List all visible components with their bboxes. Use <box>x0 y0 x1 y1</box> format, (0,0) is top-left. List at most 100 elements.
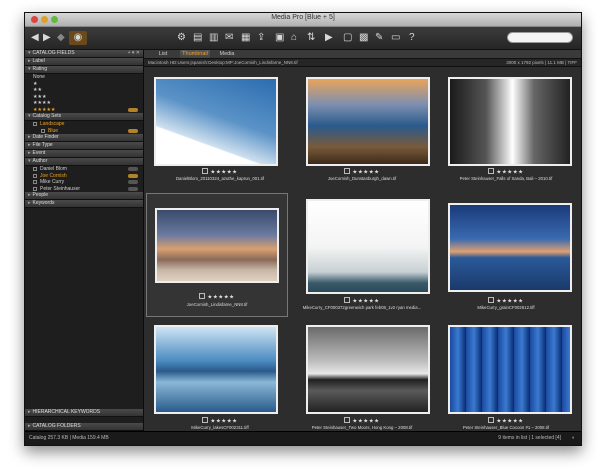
folder-icon <box>41 128 45 133</box>
thumbnail-image[interactable] <box>306 325 430 414</box>
thumbnail-caption: JoeCornish_Lindisfarne_NN8.tif <box>186 302 248 307</box>
checkbox[interactable] <box>488 297 495 303</box>
panel-keywords[interactable]: ▸ Keywords <box>25 200 143 208</box>
checkbox[interactable] <box>33 167 37 171</box>
thumbnail-image[interactable] <box>154 325 278 414</box>
title-bar: Media Pro [Blue + 5] <box>25 13 581 27</box>
checkbox[interactable] <box>488 168 495 174</box>
tab-media[interactable]: Media <box>212 50 242 58</box>
thumbnail-image[interactable] <box>448 77 572 166</box>
batch-icon[interactable]: ▦ <box>241 31 250 45</box>
forward-arrow-icon[interactable]: ▶ <box>43 31 51 45</box>
tab-thumbnail[interactable]: Thumbnail <box>180 50 210 58</box>
back-arrow-icon[interactable]: ◀ <box>31 31 39 45</box>
thumbnail-caption: MikeCurry_CF000372greenwich park feb08_1… <box>302 305 422 310</box>
rating-stars[interactable]: ★★★★★ <box>150 168 290 176</box>
thumbnail-cell-selected[interactable]: ★★★★★ JoeCornish_Lindisfarne_NN8.tif <box>146 193 288 317</box>
catalog-folders-header[interactable]: ▸ CATALOG FOLDERS <box>25 423 143 431</box>
tab-list[interactable]: List <box>148 50 178 58</box>
rating-stars[interactable]: ★★★★★ <box>150 417 290 425</box>
panel-catalog-sets[interactable]: ▾ Catalog Sets <box>25 113 143 121</box>
thumbnail-cell[interactable]: ★★★★★ Peter Steinhauser_Blue Cocoon #1 –… <box>436 321 576 431</box>
sort-icon[interactable]: ⇅ <box>307 31 315 45</box>
rating-stars[interactable]: ★★★★★ <box>147 293 287 301</box>
thumbnail-cell[interactable]: ★★★★★ MikeCurry_grainCF002612.tiff <box>436 193 576 310</box>
thumbnail-cell[interactable]: ★★★★★ Peter Steinhauser_Falls of Sanda, … <box>436 69 576 184</box>
panel-event[interactable]: ▸ Event <box>25 150 143 158</box>
panel-label[interactable]: ▸ Label <box>25 58 143 66</box>
print-icon[interactable]: ▭ <box>391 31 400 45</box>
mail-icon[interactable]: ✉ <box>225 31 233 45</box>
catalog-size: Catalog 257.3 KB | Media 159.4 MB <box>29 435 109 441</box>
thumbnail-caption: Peter Steinhauser_Blue Cocoon #1 – 2008.… <box>462 425 550 430</box>
trash-icon[interactable]: ▥ <box>209 31 218 45</box>
rating-stars[interactable]: ★★★★★ <box>292 297 432 305</box>
gear-icon[interactable]: ⚙ <box>177 31 186 45</box>
thumbnail-image[interactable] <box>154 77 278 166</box>
thumbnail-caption: Peter Steinhauser_Two Moors, Hong Kong –… <box>311 425 413 430</box>
checkbox[interactable] <box>202 417 209 423</box>
folder-icon <box>33 122 37 126</box>
rating-stars[interactable]: ★★★★★ <box>436 168 576 176</box>
checkbox[interactable] <box>344 168 351 174</box>
toolbar: ◀ ▶ ◆ ◉ ⚙ ▤ ▥ ✉ ▦ ⇪ ▣ ⌂ ⇅ ▶ ▢ ▩ ✎ ▭ ? <box>25 27 581 50</box>
checkbox[interactable] <box>344 417 351 423</box>
checkbox[interactable] <box>33 173 37 178</box>
panel-file-type[interactable]: ▸ File Type <box>25 142 143 150</box>
thumbnail-cell[interactable]: ★★★★★ JoeCornish_Dunstanburgh_dawn.tif <box>292 69 432 184</box>
app-window: Media Pro [Blue + 5] ◀ ▶ ◆ ◉ ⚙ ▤ ▥ ✉ ▦ ⇪… <box>24 12 582 446</box>
thumbnail-cell[interactable]: ★★★★★ MikeCurry_lakesCF002311.tiff <box>150 321 290 431</box>
document-icon[interactable]: ▤ <box>193 31 202 45</box>
rating-stars[interactable]: ★★★★★ <box>292 417 432 425</box>
selection-count: 9 items in list | 1 selected [4] <box>498 435 561 441</box>
checkbox[interactable] <box>33 180 37 184</box>
zoom-slider-icon[interactable]: ◐ <box>572 432 575 445</box>
count-pill <box>128 180 138 185</box>
checkbox[interactable] <box>344 297 351 303</box>
path-bar: Macintosh HD:Users:jspanish:Desktop:MP:J… <box>144 59 581 67</box>
thumbnail-caption: MikeCurry_grainCF002612.tiff <box>477 305 535 310</box>
file-path: Macintosh HD:Users:jspanish:Desktop:MP:J… <box>148 60 298 65</box>
play-icon[interactable]: ▶ <box>325 31 333 45</box>
palette-icon[interactable]: ◉ <box>69 31 87 45</box>
thumbnail-image[interactable] <box>448 325 572 414</box>
status-bar: Catalog 257.3 KB | Media 159.4 MB 9 item… <box>25 431 581 445</box>
thumbnail-grid: ★★★★★ DanielBlom_20110324_azuthe_kaprun_… <box>144 67 581 431</box>
help-icon[interactable]: ? <box>409 31 415 45</box>
thumbnail-image[interactable] <box>448 203 572 292</box>
thumbnail-image[interactable] <box>306 77 430 166</box>
count-pill <box>128 107 138 112</box>
panel-rating[interactable]: ▾ Rating <box>25 66 143 74</box>
rating-stars[interactable]: ★★★★★ <box>436 297 576 305</box>
panel-controls-icon[interactable]: + ▾ ✕ <box>128 50 140 57</box>
count-pill <box>128 167 138 172</box>
thumbnail-cell[interactable]: ★★★★★ DanielBlom_20110324_azuthe_kaprun_… <box>150 69 290 184</box>
import-icon[interactable]: ◆ <box>57 31 65 45</box>
count-pill <box>128 173 138 178</box>
checkbox[interactable] <box>33 186 37 191</box>
lightbox-icon[interactable]: ▢ <box>343 31 352 45</box>
search-input[interactable] <box>507 32 573 43</box>
view-mode-icon[interactable]: ⌂ <box>291 31 297 45</box>
file-info: 3000 x 1792 pixels | 11.1 MB | TIFF <box>506 60 577 65</box>
panel-author[interactable]: ▾ Author <box>25 158 143 166</box>
panel-date-finder[interactable]: ▸ Date Finder <box>25 134 143 142</box>
panel-people[interactable]: ▸ People <box>25 192 143 200</box>
contact-sheet-icon[interactable]: ▩ <box>359 31 368 45</box>
share-icon[interactable]: ⇪ <box>257 31 265 45</box>
checkbox[interactable] <box>199 293 206 299</box>
catalog-fields-header[interactable]: ▾ CATALOG FIELDS + ▾ ✕ <box>25 50 143 58</box>
thumbnail-cell[interactable]: ★★★★★ MikeCurry_CF000372greenwich park f… <box>292 193 432 310</box>
pen-icon[interactable]: ✎ <box>375 31 383 45</box>
checkbox[interactable] <box>202 168 209 174</box>
rating-stars[interactable]: ★★★★★ <box>292 168 432 176</box>
thumbnail-image[interactable] <box>155 208 279 283</box>
thumbnail-image[interactable] <box>306 199 430 294</box>
count-pill <box>128 128 138 133</box>
rating-stars[interactable]: ★★★★★ <box>436 417 576 425</box>
thumbnail-cell[interactable]: ★★★★★ Peter Steinhauser_Two Moors, Hong … <box>292 321 432 431</box>
hierarchical-keywords-header[interactable]: ▸ HIERARCHICAL KEYWORDS <box>25 409 143 417</box>
checkbox[interactable] <box>488 417 495 423</box>
count-pill <box>128 186 138 191</box>
slideshow-icon[interactable]: ▣ <box>275 31 284 45</box>
